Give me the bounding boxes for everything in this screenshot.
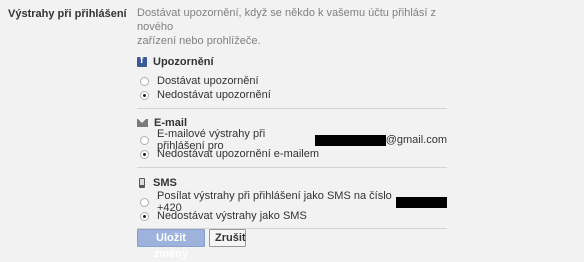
notifications-option-dont-receive[interactable]: Nedostávat upozornění <box>140 88 447 102</box>
option-label: Nedostávat upozornění <box>157 89 271 101</box>
radio-sms-alerts[interactable] <box>140 197 149 207</box>
radio-no-sms-alerts[interactable] <box>140 211 149 221</box>
notifications-option-receive[interactable]: Dostávat upozornění <box>140 74 447 88</box>
redacted-phone <box>396 196 447 208</box>
radio-dont-receive-notifications[interactable] <box>140 90 149 100</box>
sms-header: SMS <box>137 176 447 190</box>
divider <box>137 108 447 109</box>
radio-no-email-alerts[interactable] <box>140 149 149 159</box>
email-option-none[interactable]: Nedostávat upozornění e-mailem <box>140 147 447 161</box>
option-label: Nedostávat upozornění e-mailem <box>157 148 320 160</box>
redacted-email <box>315 134 386 146</box>
option-label: Nedostávat výstrahy jako SMS <box>157 210 307 222</box>
sms-option-alerts[interactable]: Posílat výstrahy při přihlášení jako SMS… <box>140 190 447 214</box>
sms-option-none[interactable]: Nedostávat výstrahy jako SMS <box>140 209 447 223</box>
notifications-header-label: Upozornění <box>153 56 214 68</box>
radio-email-alerts[interactable] <box>140 135 149 145</box>
intro-line-2: zařízení nebo prohlížeče. <box>137 35 261 47</box>
facebook-icon <box>137 55 147 67</box>
notifications-header: Upozornění <box>137 55 447 69</box>
cancel-button[interactable]: Zrušit <box>209 229 246 247</box>
phone-icon <box>139 178 145 188</box>
intro-text: Dostávat upozornění, když se někdo k vaš… <box>137 6 437 48</box>
email-option-suffix: @gmail.com <box>385 134 447 146</box>
intro-line-1: Dostávat upozornění, když se někdo k vaš… <box>137 7 436 33</box>
notifications-group: Upozornění Dostávat upozornění Nedostáva… <box>137 55 447 102</box>
divider <box>137 167 447 168</box>
save-changes-button[interactable]: Uložit změny <box>137 229 205 260</box>
login-alerts-settings: Dostávat upozornění, když se někdo k vaš… <box>137 6 447 229</box>
option-label: Dostávat upozornění <box>157 75 259 87</box>
radio-receive-notifications[interactable] <box>140 76 149 86</box>
email-option-alerts[interactable]: E-mailové výstrahy při přihlášení pro @g… <box>140 128 447 152</box>
button-row: Uložit změny Zrušit <box>137 229 246 260</box>
email-group: E-mail E-mailové výstrahy při přihlášení… <box>137 116 447 161</box>
section-title: Výstrahy při přihlášení <box>8 8 127 20</box>
sms-header-label: SMS <box>153 177 177 189</box>
sms-group: SMS Posílat výstrahy při přihlášení jako… <box>137 176 447 223</box>
envelope-icon <box>137 119 148 127</box>
